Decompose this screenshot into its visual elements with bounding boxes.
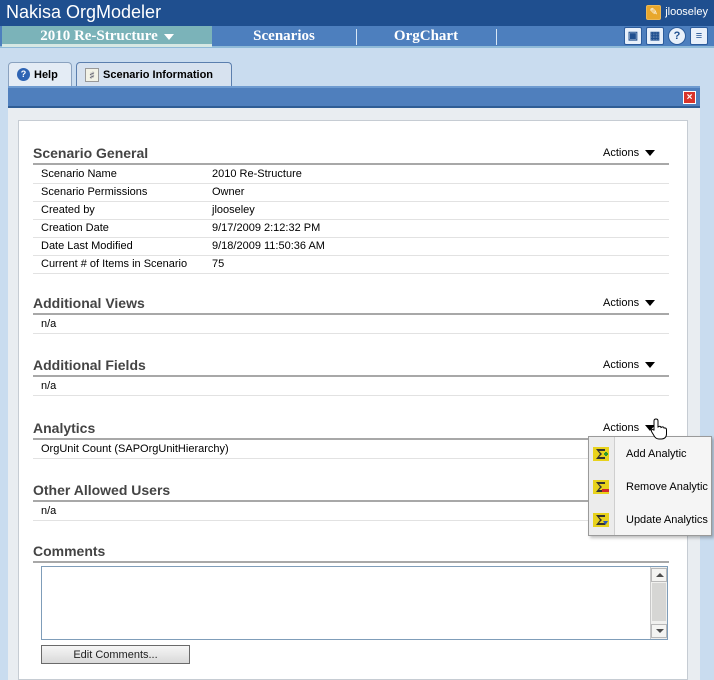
list-item: n/a <box>33 503 669 521</box>
section-title-fields: Additional Fields <box>33 357 146 373</box>
content-area: Scenario General Actions Scenario Name 20… <box>8 108 700 680</box>
tab-strip: ? Help ♯ Scenario Information <box>0 50 714 86</box>
analytics-actions-menu: Add Analytic Remove Analytic Update Anal… <box>588 436 712 536</box>
app-header: Nakisa OrgModeler ✎ jlooseley <box>0 0 714 26</box>
menu-divider <box>356 29 357 45</box>
tab-help[interactable]: ? Help <box>8 62 72 86</box>
section-title-comments: Comments <box>33 543 106 559</box>
section-title-general: Scenario General <box>33 145 149 161</box>
fields-actions-button[interactable]: Actions <box>603 359 656 371</box>
table-row: Date Last Modified 9/18/2009 11:50:36 AM <box>33 238 669 256</box>
actions-label: Actions <box>603 147 640 159</box>
row-label: Creation Date <box>41 222 109 234</box>
row-value: 2010 Re-Structure <box>212 168 302 180</box>
list-item: OrgUnit Count (SAPOrgUnitHierarchy) <box>33 441 669 459</box>
row-value: n/a <box>41 505 57 517</box>
list-icon[interactable]: ≡ <box>690 27 708 45</box>
list-item: n/a <box>33 316 669 334</box>
app-title: Nakisa OrgModeler <box>6 2 162 22</box>
row-value: 9/18/2009 11:50:36 AM <box>212 240 325 252</box>
toolbar-icons: ▣ ▦ ? ≡ <box>624 27 708 45</box>
actions-label: Actions <box>603 359 640 371</box>
row-value: n/a <box>41 380 57 392</box>
table-row: Current # of Items in Scenario 75 <box>33 256 669 274</box>
row-value: Owner <box>212 186 245 198</box>
row-value: 75 <box>212 258 225 270</box>
update-analytics-icon <box>593 512 609 527</box>
book-icon[interactable]: ▦ <box>646 27 664 45</box>
help-circle-icon: ? <box>17 68 30 81</box>
row-value: jlooseley <box>212 204 255 216</box>
table-row: Creation Date 9/17/2009 2:12:32 PM <box>33 220 669 238</box>
user-icon: ✎ <box>646 4 662 20</box>
chevron-down-icon <box>645 150 656 156</box>
section-divider <box>33 561 669 563</box>
scroll-down-icon[interactable] <box>651 624 667 638</box>
tab-scenario-information-label: Scenario Information <box>103 68 214 81</box>
chevron-down-icon <box>163 33 174 40</box>
remove-analytic-icon <box>593 479 609 494</box>
table-row: Scenario Permissions Owner <box>33 184 669 202</box>
row-label: Scenario Name <box>41 168 117 180</box>
windows-icon[interactable]: ▣ <box>624 27 642 45</box>
menu-item-label: Update Analytics <box>626 513 708 526</box>
help-icon[interactable]: ? <box>668 27 686 45</box>
scenario-selector-label: 2010 Re-Structure <box>40 28 158 44</box>
section-divider <box>33 313 669 315</box>
menu-item-label: Remove Analytic <box>626 480 708 493</box>
menu-item-label: Add Analytic <box>626 447 687 460</box>
scroll-track[interactable] <box>652 583 666 621</box>
scenario-info-icon: ♯ <box>85 67 99 82</box>
user-name: jlooseley <box>665 6 708 18</box>
row-label: Current # of Items in Scenario <box>41 258 188 270</box>
scroll-up-icon[interactable] <box>651 568 667 582</box>
analytics-actions-button[interactable]: Actions <box>603 422 656 434</box>
chevron-down-icon <box>645 300 656 306</box>
section-title-analytics: Analytics <box>33 420 96 436</box>
section-title-views: Additional Views <box>33 295 145 311</box>
row-label: Scenario Permissions <box>41 186 148 198</box>
general-actions-button[interactable]: Actions <box>603 147 656 159</box>
row-value: OrgUnit Count (SAPOrgUnitHierarchy) <box>41 443 229 455</box>
views-actions-button[interactable]: Actions <box>603 297 656 309</box>
main-menu: 2010 Re-Structure Scenarios OrgChart ▣ ▦… <box>0 26 714 48</box>
table-row: Scenario Name 2010 Re-Structure <box>33 166 669 184</box>
hand-cursor-icon <box>650 418 667 440</box>
section-divider <box>33 375 669 377</box>
row-label: Created by <box>41 204 95 216</box>
tab-scenario-information[interactable]: ♯ Scenario Information <box>76 62 232 86</box>
menu-divider <box>496 29 497 45</box>
section-divider <box>33 163 669 165</box>
scenario-selector[interactable]: 2010 Re-Structure <box>2 26 212 47</box>
row-value: n/a <box>41 318 57 330</box>
section-divider <box>33 438 669 440</box>
menu-item-add-analytic[interactable]: Add Analytic <box>589 437 711 470</box>
row-label: Date Last Modified <box>41 240 133 252</box>
panel-header: × <box>8 86 700 108</box>
section-divider <box>33 500 669 502</box>
edit-comments-button[interactable]: Edit Comments... <box>41 645 190 664</box>
actions-label: Actions <box>603 422 640 434</box>
menu-item-remove-analytic[interactable]: Remove Analytic <box>589 470 711 503</box>
section-title-users: Other Allowed Users <box>33 482 171 498</box>
table-row: Created by jlooseley <box>33 202 669 220</box>
add-analytic-icon <box>593 446 609 461</box>
user-menu[interactable]: ✎ jlooseley <box>646 3 708 21</box>
scenario-information-panel: Scenario General Actions Scenario Name 20… <box>18 120 688 680</box>
comments-textarea[interactable] <box>41 566 668 640</box>
list-item: n/a <box>33 378 669 396</box>
actions-label: Actions <box>603 297 640 309</box>
close-icon[interactable]: × <box>683 91 696 104</box>
row-value: 9/17/2009 2:12:32 PM <box>212 222 321 234</box>
menu-scenarios[interactable]: Scenarios <box>214 26 354 47</box>
menu-orgchart[interactable]: OrgChart <box>358 26 494 47</box>
menu-item-update-analytics[interactable]: Update Analytics <box>589 503 711 536</box>
tab-help-label: Help <box>34 68 58 81</box>
chevron-down-icon <box>645 362 656 368</box>
comments-scrollbar[interactable] <box>650 567 667 639</box>
